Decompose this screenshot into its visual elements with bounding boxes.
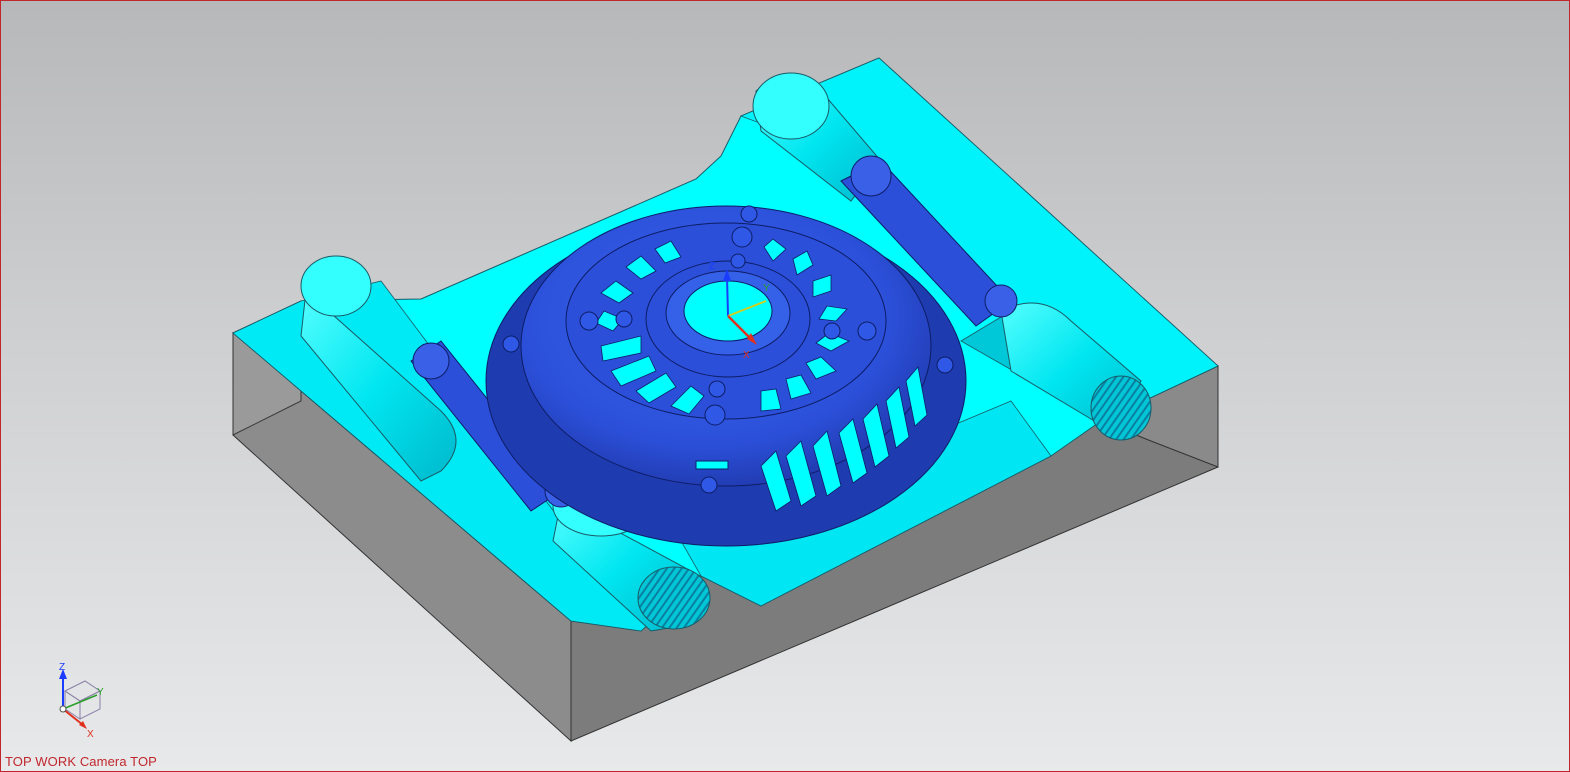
view-triad[interactable]: Z Y X — [45, 661, 115, 741]
wcs-z-label: Z — [709, 261, 715, 272]
triad-x-label: X — [87, 729, 94, 740]
graphics-viewport[interactable]: Z Y X Z Y X TOP WORK Camera TOP — [0, 0, 1570, 772]
cylinder-section-hatch — [637, 566, 711, 630]
wcs-y-label: Y — [763, 283, 770, 294]
view-name-label: TOP WORK Camera TOP — [5, 754, 157, 769]
cad-model-scene[interactable]: Z Y X — [1, 1, 1569, 771]
wcs-x-label: X — [743, 350, 750, 361]
cylinder-section-hatch-right — [1090, 375, 1152, 441]
triad-z-label: Z — [59, 662, 65, 673]
triad-y-label: Y — [97, 687, 104, 698]
slot-left — [695, 460, 729, 470]
